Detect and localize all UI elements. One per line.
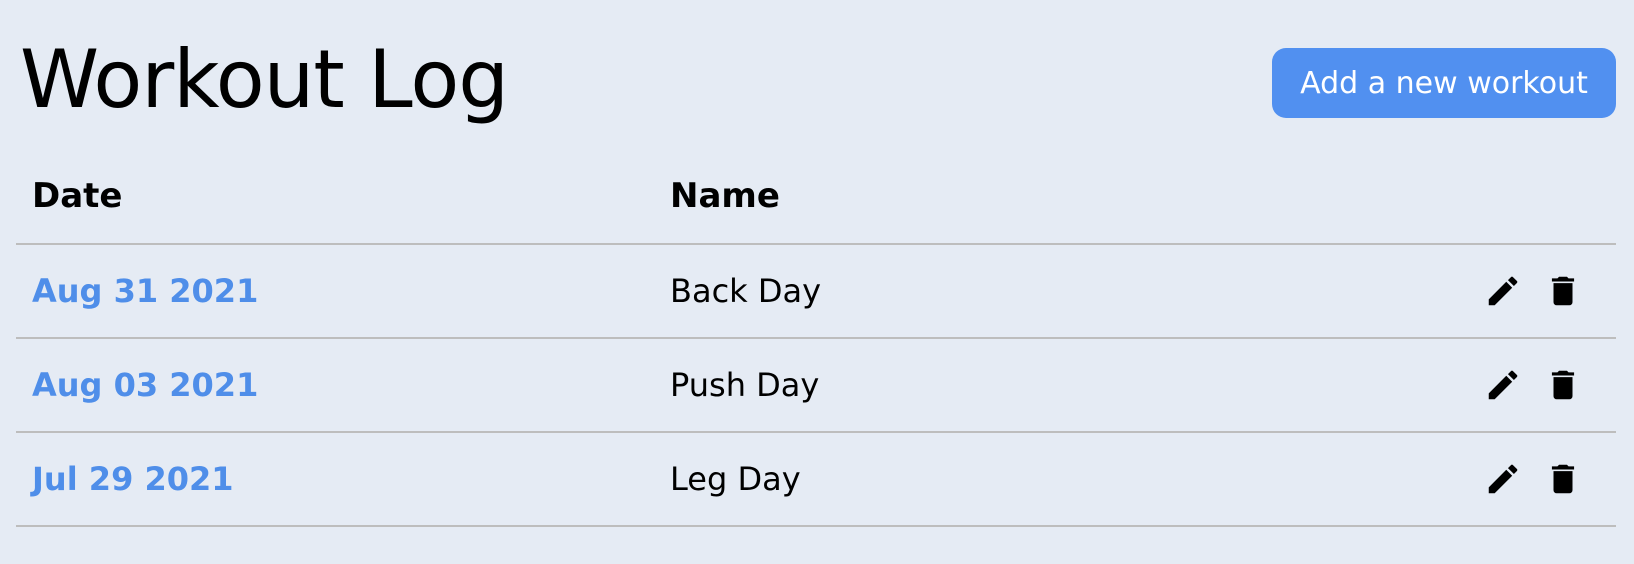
workout-date-link[interactable]: Aug 31 2021	[32, 272, 258, 310]
trash-icon	[1551, 276, 1575, 306]
workout-date-link[interactable]: Jul 29 2021	[32, 460, 234, 498]
workout-date-link[interactable]: Aug 03 2021	[32, 366, 258, 404]
workout-name: Back Day	[670, 272, 822, 310]
pencil-icon	[1488, 276, 1518, 306]
delete-workout-button[interactable]	[1544, 272, 1582, 310]
trash-icon	[1551, 464, 1575, 494]
delete-workout-button[interactable]	[1544, 460, 1582, 498]
column-header-date: Date	[32, 176, 123, 216]
workout-table: Date Name Aug 31 2021 Back Day Aug 03 20…	[16, 170, 1616, 527]
page-header: Workout Log Add a new workout	[0, 0, 1634, 150]
table-row: Aug 03 2021 Push Day	[16, 339, 1616, 433]
delete-workout-button[interactable]	[1544, 366, 1582, 404]
column-header-name: Name	[670, 176, 780, 216]
edit-workout-button[interactable]	[1484, 366, 1522, 404]
add-workout-button[interactable]: Add a new workout	[1272, 48, 1616, 118]
trash-icon	[1551, 370, 1575, 400]
pencil-icon	[1488, 464, 1518, 494]
edit-workout-button[interactable]	[1484, 460, 1522, 498]
workout-name: Push Day	[670, 366, 820, 404]
table-header-row: Date Name	[16, 170, 1616, 245]
edit-workout-button[interactable]	[1484, 272, 1522, 310]
table-row: Aug 31 2021 Back Day	[16, 245, 1616, 339]
table-row: Jul 29 2021 Leg Day	[16, 433, 1616, 527]
workout-name: Leg Day	[670, 460, 801, 498]
page-title: Workout Log	[20, 33, 509, 126]
pencil-icon	[1488, 370, 1518, 400]
